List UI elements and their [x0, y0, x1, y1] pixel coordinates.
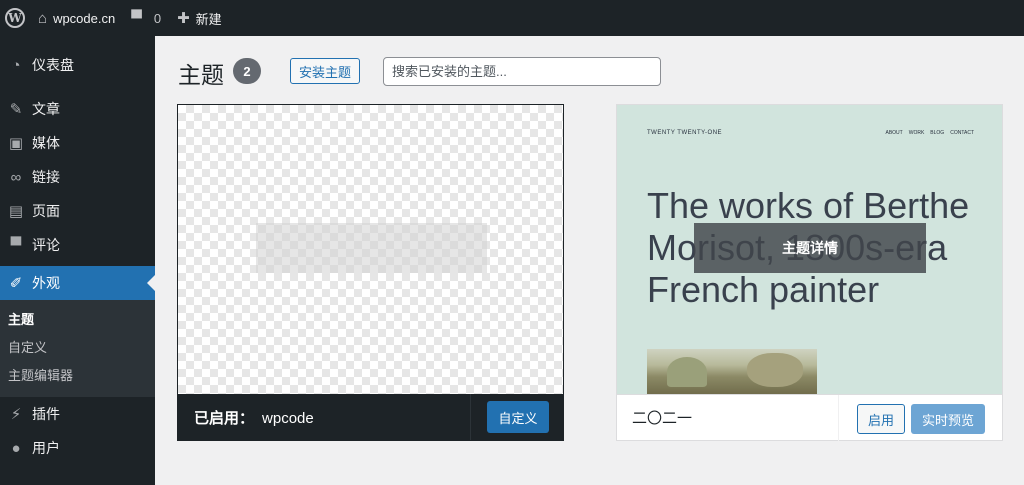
page-icon: ▤	[8, 203, 24, 220]
theme-card-twentytwentyone[interactable]: TWENTY TWENTY-ONE ABOUT WORK BLOG CONTAC…	[616, 104, 1003, 441]
theme-screenshot[interactable]	[178, 105, 563, 394]
screenshot-nav-item: ABOUT	[885, 130, 903, 136]
sidebar-item-label: 链接	[32, 169, 60, 185]
plus-icon: ✚	[177, 10, 190, 27]
sidebar-item-posts[interactable]: ✎ 文章	[0, 92, 155, 126]
theme-details-button[interactable]: 主题详情	[694, 223, 926, 273]
sidebar-item-links[interactable]: ∞ 链接	[0, 160, 155, 194]
site-name-link[interactable]: ⌂ wpcode.cn	[30, 0, 123, 36]
user-icon: ●	[11, 439, 21, 457]
theme-name: 二〇二一	[632, 410, 693, 427]
home-icon: ⌂	[38, 9, 48, 27]
install-theme-button[interactable]: 安装主题	[290, 58, 360, 84]
sidebar-item-label: 媒体	[32, 135, 60, 151]
sidebar-item-label: 文章	[32, 101, 60, 117]
sidebar-item-appearance[interactable]: ✐ 外观	[0, 266, 155, 300]
submenu-item-themes[interactable]: 主题	[0, 306, 155, 334]
theme-bar: 二〇二一 启用 实时预览	[617, 394, 1002, 441]
wordpress-menu[interactable]: W	[0, 0, 30, 36]
divider	[470, 394, 471, 440]
sidebar-item-media[interactable]: ▣ 媒体	[0, 126, 155, 160]
media-icon: ▣	[8, 135, 24, 152]
customize-button[interactable]: 自定义	[487, 401, 549, 433]
live-preview-button[interactable]: 实时预览	[911, 404, 985, 434]
comment-icon: ▀	[131, 9, 142, 27]
sidebar-item-label: 评论	[32, 237, 60, 253]
sidebar-item-plugins[interactable]: ⚡ 插件	[0, 397, 155, 431]
link-icon: ∞	[10, 168, 22, 186]
screenshot-nav-item: CONTACT	[950, 130, 974, 136]
search-installed-themes-input[interactable]	[383, 57, 661, 86]
screenshot-painting	[647, 349, 817, 394]
sidebar-item-label: 用户	[32, 440, 60, 456]
comments-link[interactable]: ▀ 0	[123, 0, 169, 36]
sidebar-item-users[interactable]: ● 用户	[0, 431, 155, 465]
active-theme-label: 已启用： wpcode	[194, 407, 314, 428]
sidebar-item-comments[interactable]: ▀ 评论	[0, 228, 155, 262]
page-title: 主题	[178, 62, 224, 88]
activate-button[interactable]: 启用	[857, 404, 905, 434]
sidebar-item-label: 外观	[32, 275, 60, 291]
sidebar-item-label: 页面	[32, 203, 60, 219]
screenshot-site-title: TWENTY TWENTY-ONE	[647, 130, 723, 136]
admin-bar: W ⌂ wpcode.cn ▀ 0 ✚ 新建	[0, 0, 1024, 36]
active-theme-bar: 已启用： wpcode 自定义	[178, 394, 563, 440]
comments-count: 0	[153, 10, 162, 26]
submenu-item-theme-editor[interactable]: 主题编辑器	[0, 362, 155, 390]
brush-icon: ✐	[9, 275, 23, 292]
sidebar-item-pages[interactable]: ▤ 页面	[0, 194, 155, 228]
plugin-icon: ⚡	[10, 406, 22, 423]
screenshot-placeholder	[256, 223, 487, 273]
sidebar-item-dashboard[interactable]: ◔ 仪表盘	[0, 48, 155, 82]
sidebar-item-label: 仪表盘	[32, 57, 74, 73]
wordpress-logo-icon: W	[5, 8, 25, 28]
divider	[838, 395, 839, 441]
active-theme-name: wpcode	[262, 409, 314, 427]
submenu-item-customize[interactable]: 自定义	[0, 334, 155, 362]
theme-count-badge: 2	[233, 58, 261, 84]
screenshot-nav-item: BLOG	[930, 130, 945, 136]
new-label: 新建	[195, 11, 222, 27]
pin-icon: ✎	[9, 101, 23, 118]
screenshot-nav-item: WORK	[908, 130, 925, 136]
appearance-submenu: 主题 自定义 主题编辑器	[0, 300, 155, 397]
comment-icon: ▀	[10, 236, 22, 254]
sidebar-item-label: 插件	[32, 406, 60, 422]
theme-screenshot[interactable]: TWENTY TWENTY-ONE ABOUT WORK BLOG CONTAC…	[617, 105, 1002, 394]
admin-sidebar: ◔ 仪表盘 ✎ 文章 ▣ 媒体 ∞ 链接 ▤ 页面 ▀ 评论 ✐ 外观 主题 自…	[0, 36, 155, 485]
screenshot-nav: ABOUT WORK BLOG CONTACT	[886, 130, 975, 136]
dashboard-icon: ◔	[11, 56, 21, 74]
site-name: wpcode.cn	[53, 10, 116, 26]
active-prefix: 已启用：	[194, 409, 255, 427]
theme-card-active[interactable]: 已启用： wpcode 自定义	[177, 104, 564, 441]
new-content-link[interactable]: ✚ 新建	[169, 0, 230, 36]
